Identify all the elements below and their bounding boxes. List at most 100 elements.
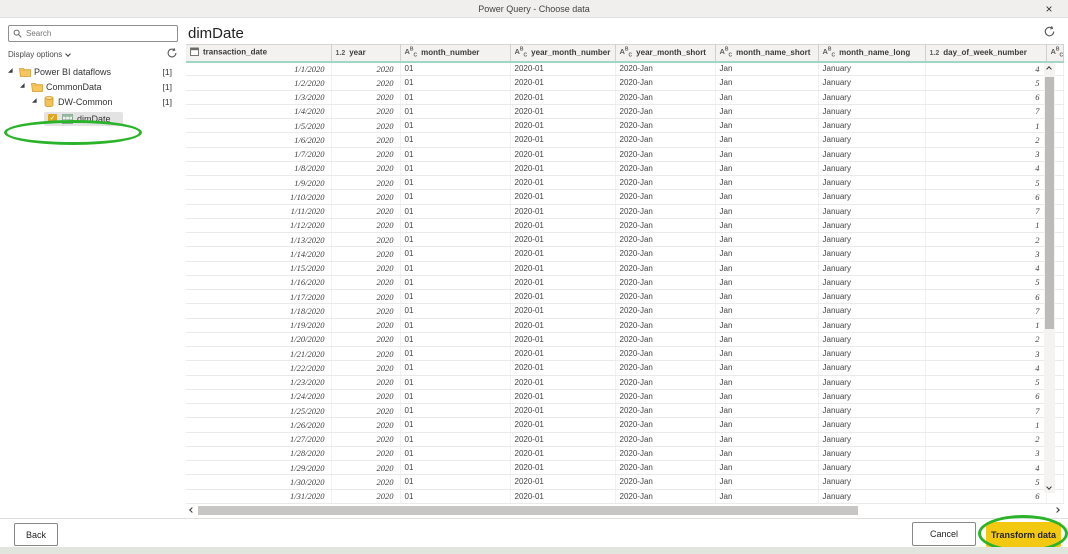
back-button[interactable]: Back [14,523,58,546]
transform-data-button[interactable]: Transform data [986,522,1061,547]
column-name: month_name_short [736,48,810,57]
expand-arrow-icon[interactable]: ◢ [20,82,30,89]
sidebar-refresh-icon[interactable] [166,47,178,61]
search-input[interactable] [26,29,166,38]
database-icon [42,96,55,107]
column-name: year_month_short [636,48,706,57]
table-cell: 01 [400,190,510,204]
scroll-down-icon[interactable] [1046,484,1052,490]
column-header-month_name_short[interactable]: ABCmonth_name_short [715,45,818,62]
checkbox-checked[interactable]: ✓ [48,114,57,123]
sidebar-item-commondata[interactable]: ◢CommonData[1] [0,79,184,94]
scroll-up-icon[interactable] [1046,66,1052,72]
table-cell: 4 [925,361,1046,375]
table-cell: Jan [715,318,818,332]
table-row: 1/6/20202020012020-012020-JanJanJanuary2 [186,133,1063,147]
table-cell: 2020-01 [510,418,615,432]
close-icon[interactable]: × [1040,0,1058,18]
table-cell: 5 [925,275,1046,289]
table-row: 1/28/20202020012020-012020-JanJanJanuary… [186,446,1063,460]
table-cell: 2020-01 [510,233,615,247]
table-row: 1/19/20202020012020-012020-JanJanJanuary… [186,318,1063,332]
table-row: 1/20/20202020012020-012020-JanJanJanuary… [186,332,1063,346]
table-cell: January [818,190,925,204]
table-cell: Jan [715,233,818,247]
horizontal-scroll-thumb[interactable] [198,506,858,515]
table-cell: Jan [715,389,818,403]
scroll-right-icon[interactable] [1054,507,1060,513]
search-box[interactable] [8,25,178,42]
column-header-month_number[interactable]: ABCmonth_number [400,45,510,62]
expand-arrow-icon[interactable]: ◢ [8,67,18,74]
column-header-year[interactable]: 1.2year [331,45,400,62]
table-cell: 2020-01 [510,190,615,204]
table-cell: January [818,332,925,346]
table-cell: 01 [400,119,510,133]
table-cell: 2020 [331,233,400,247]
table-cell: 01 [400,304,510,318]
table-cell: January [818,461,925,475]
table-cell: 3 [925,446,1046,460]
column-header-year_month_number[interactable]: ABCyear_month_number [510,45,615,62]
table-cell: 1/9/2020 [186,176,331,190]
table-cell: 01 [400,489,510,503]
table-cell: 1/4/2020 [186,104,331,118]
table-cell: 2 [925,133,1046,147]
table-icon [61,114,74,124]
horizontal-scrollbar[interactable] [186,504,1063,517]
table-cell: 6 [925,190,1046,204]
sidebar-item-dw-common[interactable]: ◢DW-Common[1] [0,94,184,109]
table-cell: 01 [400,261,510,275]
number-type-icon: 1.2 [336,48,346,57]
table-cell: 4 [925,161,1046,175]
column-name: year_month_number [531,48,610,57]
table-cell: 2020-Jan [615,432,715,446]
table-cell: 2020-01 [510,290,615,304]
table-cell: 2020-01 [510,247,615,261]
scroll-left-icon[interactable] [189,507,195,513]
column-header-month_name_long[interactable]: ABCmonth_name_long [818,45,925,62]
expand-arrow-icon[interactable]: ◢ [32,97,42,104]
table-cell: 01 [400,318,510,332]
table-cell: 1/11/2020 [186,204,331,218]
table-cell: 7 [925,404,1046,418]
sidebar-item-power-bi-dataflows[interactable]: ◢Power BI dataflows[1] [0,64,184,79]
table-cell: 2020-Jan [615,204,715,218]
display-options-dropdown[interactable]: Display options [8,50,70,59]
table-cell: 1 [925,318,1046,332]
table-cell: 1/16/2020 [186,275,331,289]
table-cell: 01 [400,76,510,90]
table-cell: 2020-Jan [615,347,715,361]
table-row: 1/3/20202020012020-012020-JanJanJanuary6 [186,90,1063,104]
table-cell: Jan [715,361,818,375]
vertical-scrollbar[interactable] [1044,63,1055,493]
preview-refresh-icon[interactable] [1043,25,1056,43]
table-cell: January [818,261,925,275]
table-row: 1/7/20202020012020-012020-JanJanJanuary3 [186,147,1063,161]
table-cell: 2020-01 [510,204,615,218]
table-cell: 1/6/2020 [186,133,331,147]
table-cell: Jan [715,247,818,261]
table-row: 1/27/20202020012020-012020-JanJanJanuary… [186,432,1063,446]
column-header-year_month_short[interactable]: ABCyear_month_short [615,45,715,62]
search-icon [13,29,22,38]
table-cell: 01 [400,275,510,289]
table-row: 1/1/20202020012020-012020-JanJanJanuary4 [186,62,1063,76]
vertical-scroll-thumb[interactable] [1045,77,1054,329]
table-cell: 2020 [331,275,400,289]
column-header-day_of_week_number[interactable]: 1.2day_of_week_number [925,45,1046,62]
table-cell: 2020-Jan [615,104,715,118]
table-cell: 2020-Jan [615,361,715,375]
sidebar-item-dimdate[interactable]: ✓dimDate [0,109,184,128]
table-body: 1/1/20202020012020-012020-JanJanJanuary4… [186,62,1063,504]
item-count: [1] [163,67,172,77]
table-cell: 2020 [331,361,400,375]
cancel-button[interactable]: Cancel [912,522,976,546]
table-cell: 1/19/2020 [186,318,331,332]
table-cell: 2020-01 [510,176,615,190]
table-cell: 2020-01 [510,133,615,147]
column-header[interactable]: ABC [1046,45,1063,62]
column-header-transaction_date[interactable]: transaction_date [186,45,331,62]
table-cell: 2020-Jan [615,261,715,275]
table-row: 1/9/20202020012020-012020-JanJanJanuary5 [186,176,1063,190]
